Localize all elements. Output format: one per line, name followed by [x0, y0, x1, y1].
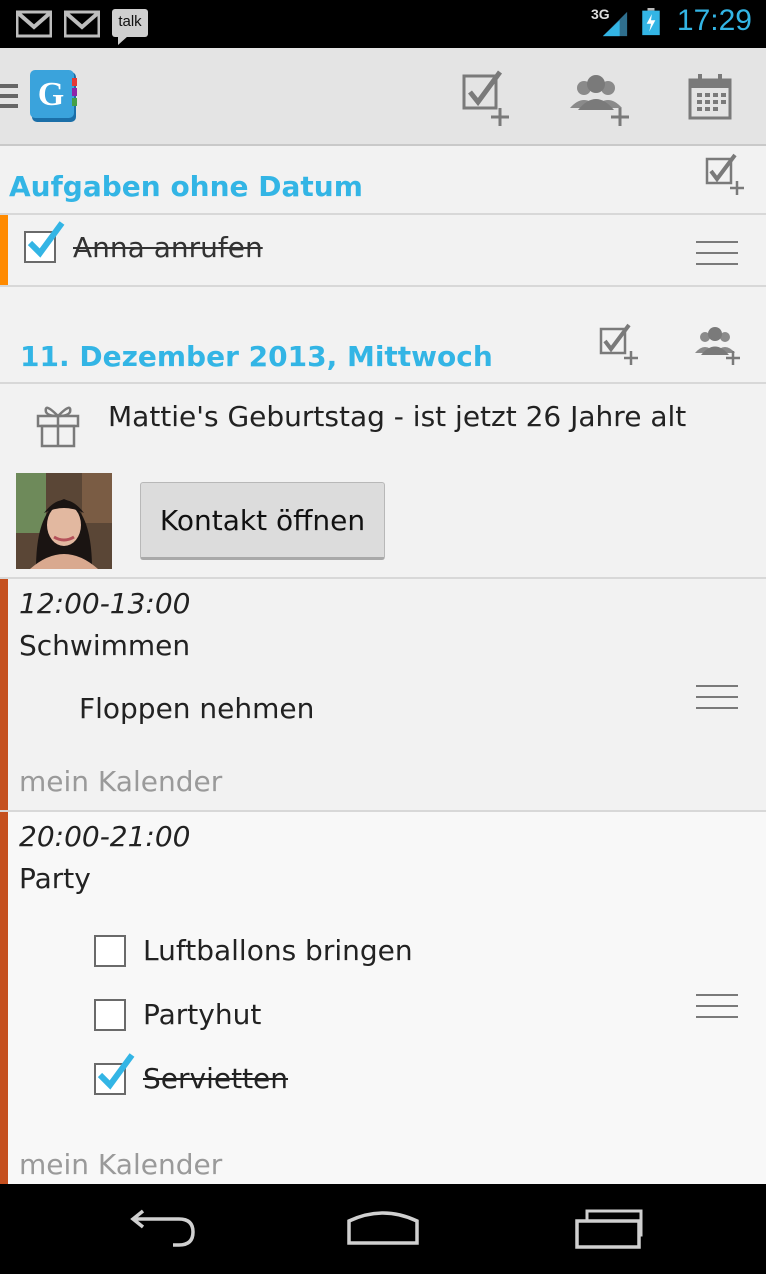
divider [0, 285, 766, 287]
checklist-item-label: Partyhut [143, 998, 262, 1031]
event-row[interactable]: 12:00-13:00 Schwimmen Floppen nehmen mei… [0, 579, 766, 810]
back-icon [130, 1209, 195, 1247]
event-time: 12:00-13:00 [19, 587, 191, 620]
home-button[interactable] [338, 1204, 428, 1254]
talk-label: talk [118, 13, 142, 30]
event-accent-bar [0, 579, 8, 810]
drag-handle-icon[interactable] [696, 994, 738, 1027]
task-checkbox[interactable] [24, 221, 65, 263]
talk-icon: talk [112, 9, 148, 45]
clock: 17:29 [676, 4, 752, 37]
task-row[interactable]: Anna anrufen [0, 215, 766, 285]
add-contact-event-button[interactable] [562, 62, 632, 132]
status-bar: talk 3G 17:29 [0, 0, 766, 48]
avatar[interactable] [16, 473, 112, 569]
battery-icon [642, 8, 660, 36]
people-plus-icon [695, 327, 740, 365]
checkbox-plus-icon [599, 323, 638, 365]
recent-apps-icon [575, 1209, 643, 1249]
checklist-item-label: Servietten [143, 1062, 289, 1095]
event-note: Floppen nehmen [79, 692, 315, 725]
calendar-button[interactable] [675, 62, 745, 132]
recent-apps-button[interactable] [564, 1204, 654, 1254]
home-icon [347, 1211, 419, 1245]
add-task-no-date-button[interactable] [696, 146, 752, 202]
event-title: Schwimmen [19, 629, 191, 662]
drawer-indicator-icon[interactable] [0, 84, 18, 114]
checklist-item-label: Luftballons bringen [143, 934, 413, 967]
checkmark-icon [97, 1053, 135, 1090]
signal-icon [602, 11, 628, 37]
calendar-icon [688, 74, 732, 120]
add-contact-event-day-button[interactable] [688, 316, 744, 372]
svg-text:G: G [38, 76, 64, 113]
event-row[interactable]: 20:00-21:00 Party Luftballons bringen Pa… [0, 812, 766, 1184]
checkmark-icon [27, 221, 65, 258]
action-bar: G [0, 48, 766, 146]
divider [0, 382, 766, 384]
task-accent-bar [0, 215, 8, 285]
checklist-checkbox[interactable] [94, 935, 126, 967]
gmail-icon [64, 10, 100, 38]
event-time: 20:00-21:00 [19, 820, 191, 853]
event-accent-bar [0, 812, 8, 1184]
g-calendar-app-icon[interactable]: G [28, 68, 80, 124]
event-calendar: mein Kalender [19, 765, 223, 798]
checklist-checkbox[interactable] [94, 999, 126, 1031]
checkbox-plus-icon [462, 70, 509, 126]
event-title: Party [19, 862, 91, 895]
birthday-text: Mattie's Geburtstag - ist jetzt 26 Jahre… [108, 400, 687, 433]
open-contact-button[interactable]: Kontakt öffnen [140, 482, 385, 560]
drag-handle-icon[interactable] [696, 241, 738, 274]
task-label: Anna anrufen [73, 231, 263, 264]
event-calendar: mein Kalender [19, 1148, 223, 1181]
navigation-bar [0, 1184, 766, 1274]
section-title-day: 11. Dezember 2013, Mittwoch [20, 340, 493, 373]
gift-icon [36, 406, 80, 448]
checklist-checkbox[interactable] [94, 1053, 135, 1095]
checkbox-plus-icon [705, 153, 744, 195]
gmail-icon [16, 10, 52, 38]
back-button[interactable] [114, 1204, 204, 1254]
section-title-tasks-no-date: Aufgaben ohne Datum [9, 170, 363, 203]
drag-handle-icon[interactable] [696, 685, 738, 718]
add-task-day-button[interactable] [590, 316, 646, 372]
add-task-button[interactable] [452, 62, 522, 132]
people-plus-icon [570, 75, 629, 126]
